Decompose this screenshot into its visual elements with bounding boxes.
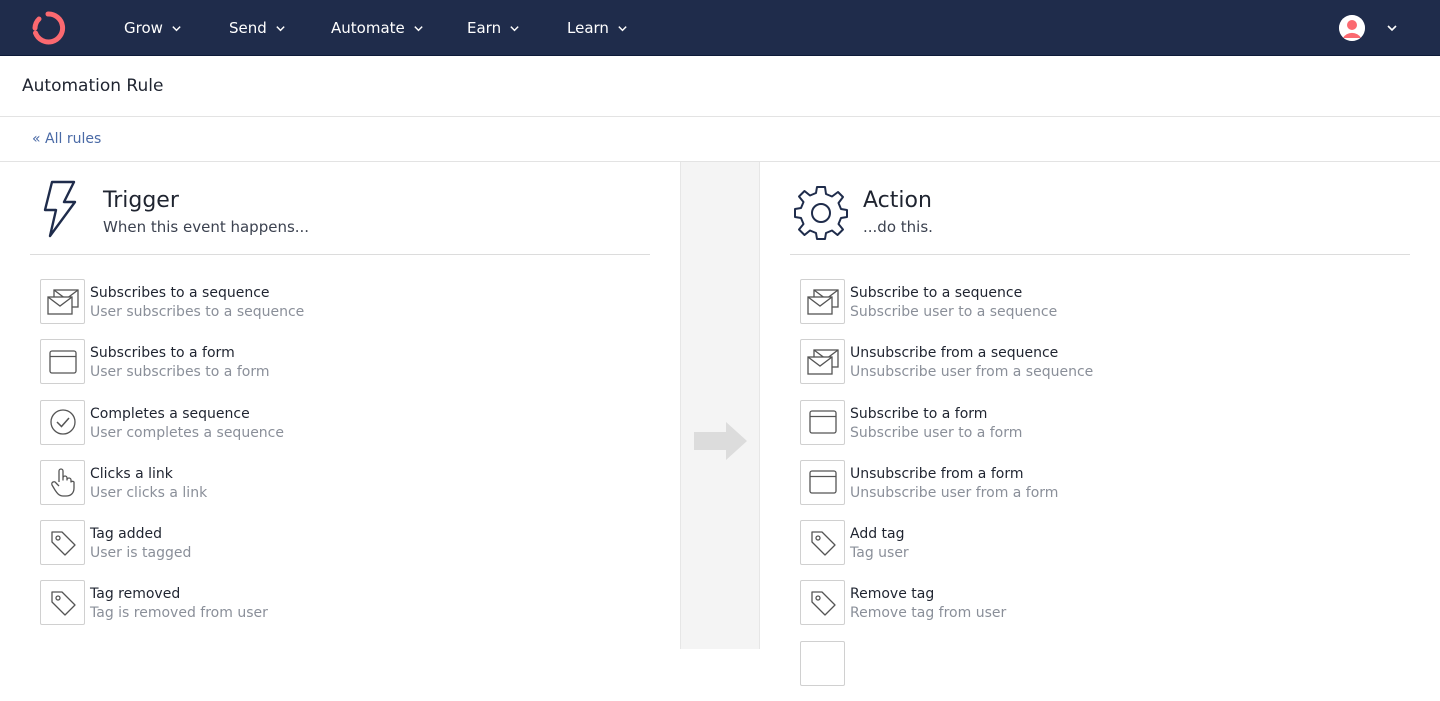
item-subtitle: Unsubscribe user from a form (850, 484, 1059, 501)
action-subtitle: ...do this. (863, 218, 933, 236)
item-title: Unsubscribe from a sequence (850, 345, 1059, 362)
nav-automate-label: Automate (331, 19, 405, 37)
item-subtitle: Unsubscribe user from a sequence (850, 364, 1094, 381)
action-title: Action (863, 188, 932, 213)
item-subtitle: Remove tag from user (850, 605, 1007, 622)
nav-earn[interactable]: Earn (467, 0, 520, 56)
trigger-item-subscribes-sequence[interactable]: Subscribes to a sequence User subscribes… (40, 279, 640, 339)
lightning-bolt-icon (43, 180, 77, 238)
trigger-item-tag-added[interactable]: Tag added User is tagged (40, 520, 640, 580)
item-title: Tag removed (90, 586, 181, 603)
item-subtitle: User subscribes to a sequence (90, 304, 305, 320)
nav-earn-label: Earn (467, 19, 502, 37)
action-item-unsubscribe-sequence[interactable]: Unsubscribe from a sequence Unsubscribe … (800, 339, 1400, 399)
action-item-subscribe-sequence[interactable]: Subscribe to a sequence Subscribe user t… (800, 279, 1400, 339)
tag-icon (800, 520, 845, 566)
nav-automate[interactable]: Automate (331, 0, 424, 56)
item-subtitle: Subscribe user to a form (850, 424, 1023, 441)
sequence-icon (800, 339, 845, 385)
nav-learn-label: Learn (567, 19, 609, 37)
item-subtitle: Tag user (850, 545, 909, 562)
nav-send-label: Send (229, 19, 267, 37)
trigger-item-completes-sequence[interactable]: Completes a sequence User completes a se… (40, 399, 640, 460)
convertkit-logo-icon[interactable] (30, 11, 66, 45)
form-icon (40, 339, 85, 385)
item-title: Subscribes to a sequence (90, 285, 270, 301)
trigger-panel: Trigger When this event happens... Subsc… (30, 162, 650, 649)
item-subtitle: Subscribe user to a sequence (850, 304, 1058, 320)
check-circle-icon (40, 399, 85, 445)
account-menu-chevron-icon[interactable] (1386, 22, 1398, 34)
trigger-title: Trigger (103, 188, 179, 213)
item-title: Completes a sequence (90, 405, 250, 422)
flow-divider (680, 162, 760, 649)
chevron-down-icon (618, 25, 627, 31)
item-subtitle: User is tagged (90, 545, 192, 562)
pointer-hand-icon (40, 459, 85, 505)
item-title: Subscribes to a form (90, 345, 235, 362)
item-subtitle: User subscribes to a form (90, 364, 270, 381)
nav-grow[interactable]: Grow (124, 0, 182, 56)
nav-learn[interactable]: Learn (567, 0, 628, 56)
action-header: Action ...do this. (790, 162, 1410, 255)
page-title: Automation Rule (22, 76, 164, 96)
item-title: Add tag (850, 526, 905, 543)
top-nav: Grow Send Automate Earn Learn (0, 0, 1440, 56)
item-title: Remove tag (850, 586, 935, 603)
user-avatar[interactable] (1339, 15, 1365, 41)
trigger-item-tag-removed[interactable]: Tag removed Tag is removed from user (40, 580, 640, 640)
trigger-item-subscribes-form[interactable]: Subscribes to a form User subscribes to … (40, 339, 640, 399)
action-item-remove-tag[interactable]: Remove tag Remove tag from user (800, 580, 1400, 640)
action-item-subscribe-form[interactable]: Subscribe to a form Subscribe user to a … (800, 399, 1400, 460)
form-icon (800, 399, 845, 445)
trigger-item-clicks-link[interactable]: Clicks a link User clicks a link (40, 459, 640, 520)
action-item-unsubscribe-form[interactable]: Unsubscribe from a form Unsubscribe user… (800, 459, 1400, 520)
chevron-down-icon (172, 25, 181, 31)
all-rules-link[interactable]: « All rules (32, 131, 101, 147)
chevron-down-icon (414, 25, 423, 31)
sequence-icon (40, 279, 85, 324)
chevron-down-icon (276, 25, 285, 31)
item-title: Subscribe to a form (850, 405, 988, 422)
item-title: Tag added (90, 526, 163, 543)
form-icon (800, 459, 845, 505)
action-panel: Action ...do this. Subscribe to a sequen… (790, 162, 1410, 686)
arrow-right-icon (694, 422, 747, 460)
tag-icon (40, 520, 85, 566)
trigger-header: Trigger When this event happens... (30, 162, 650, 255)
tag-icon (800, 580, 845, 626)
item-subtitle: User clicks a link (90, 484, 208, 501)
action-list: Subscribe to a sequence Subscribe user t… (800, 279, 1400, 701)
action-item-partial[interactable] (800, 640, 1400, 701)
sequence-icon (800, 279, 845, 324)
tag-icon (40, 580, 85, 626)
item-subtitle: User completes a sequence (90, 424, 284, 441)
item-title: Clicks a link (90, 465, 173, 482)
chevron-down-icon (510, 25, 519, 31)
nav-grow-label: Grow (124, 19, 163, 37)
partial-icon (800, 640, 845, 686)
page-header: Automation Rule (0, 56, 1440, 117)
user-icon (1339, 15, 1365, 41)
item-title: Subscribe to a sequence (850, 285, 1023, 301)
trigger-subtitle: When this event happens... (103, 218, 310, 236)
item-title: Unsubscribe from a form (850, 465, 1024, 482)
nav-send[interactable]: Send (229, 0, 286, 56)
trigger-list: Subscribes to a sequence User subscribes… (40, 279, 640, 641)
action-item-add-tag[interactable]: Add tag Tag user (800, 520, 1400, 580)
gear-icon (794, 186, 848, 240)
breadcrumb: « All rules (0, 117, 1440, 162)
item-subtitle: Tag is removed from user (90, 605, 268, 622)
